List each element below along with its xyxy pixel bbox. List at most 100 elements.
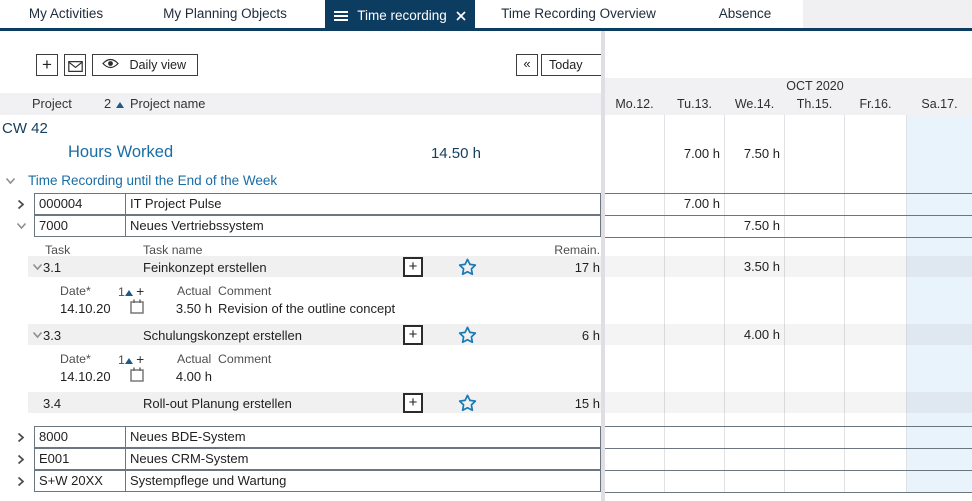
project-id: 000004: [39, 196, 82, 211]
entry-actual-hours[interactable]: 3.50 h: [162, 301, 212, 316]
column-header-date[interactable]: Date*: [60, 352, 91, 366]
sort-order-number: 1: [118, 285, 125, 299]
sort-asc-icon: [125, 358, 133, 364]
day-header-sa[interactable]: Sa.17.: [907, 93, 972, 115]
tab-label: Time recording: [357, 8, 447, 23]
column-header-project[interactable]: Project: [32, 93, 72, 115]
chevron-right-icon[interactable]: [17, 432, 25, 443]
tab-time-recording-overview[interactable]: Time Recording Overview: [496, 0, 661, 28]
chevron-down-icon[interactable]: [32, 263, 43, 271]
project-id: E001: [39, 451, 69, 466]
add-row-icon[interactable]: +: [136, 352, 144, 367]
favorite-star-icon[interactable]: [458, 258, 477, 276]
project-id-cell[interactable]: 8000: [34, 426, 126, 448]
task-row[interactable]: [28, 256, 601, 277]
project-id-cell[interactable]: 7000: [34, 215, 126, 237]
eye-icon: [102, 58, 119, 69]
project-id-cell[interactable]: S+W 20XX: [34, 470, 126, 492]
add-entry-button[interactable]: +: [403, 257, 423, 277]
entry-sort-indicator[interactable]: 1 +: [118, 352, 144, 367]
project-row-grid: [605, 426, 972, 448]
column-header-comment[interactable]: Comment: [218, 352, 271, 366]
column-header-remain[interactable]: Remain.: [540, 243, 600, 257]
project-name: Neues Vertriebssystem: [130, 218, 264, 233]
panel-splitter[interactable]: [601, 31, 605, 501]
column-header-task-name[interactable]: Task name: [143, 243, 202, 257]
column-header-project-name[interactable]: Project name: [130, 93, 205, 115]
project-name-cell[interactable]: Neues Vertriebssystem: [125, 215, 601, 237]
favorite-star-icon[interactable]: [458, 394, 477, 412]
close-icon[interactable]: [456, 11, 466, 21]
tab-label: My Activities: [29, 6, 103, 21]
calendar-icon[interactable]: [130, 299, 144, 314]
chevron-right-icon[interactable]: [17, 199, 25, 210]
month-label: OCT 2020: [765, 79, 865, 93]
chevron-down-icon[interactable]: [16, 222, 27, 230]
tab-my-planning-objects[interactable]: My Planning Objects: [152, 0, 298, 28]
day-header-tu[interactable]: Tu.13.: [665, 93, 724, 115]
today-label: Today: [549, 58, 583, 72]
tab-time-recording[interactable]: Time recording: [325, 0, 475, 31]
project-name-cell[interactable]: Systempflege und Wartung: [125, 470, 601, 492]
plus-icon: +: [409, 258, 418, 275]
project-we-value: 7.50 h: [725, 215, 780, 237]
view-mode-select[interactable]: Daily view: [92, 54, 198, 76]
sort-indicator[interactable]: 2: [104, 93, 124, 115]
task-row[interactable]: [28, 392, 601, 413]
column-header-actual[interactable]: Actual: [177, 352, 211, 366]
add-entry-button[interactable]: +: [403, 393, 423, 413]
day-header-we[interactable]: We.14.: [725, 93, 784, 115]
sort-asc-icon: [116, 102, 124, 108]
entry-date[interactable]: 14.10.20: [60, 301, 111, 316]
time-recording-app: My Activities My Planning Objects Time r…: [0, 0, 972, 501]
add-row-icon[interactable]: +: [136, 284, 144, 299]
add-button[interactable]: +: [36, 54, 58, 76]
entry-date[interactable]: 14.10.20: [60, 369, 111, 384]
day-header-mo[interactable]: Mo.12.: [605, 93, 664, 115]
project-name: Neues BDE-System: [130, 429, 246, 444]
tab-label: Time Recording Overview: [501, 6, 656, 21]
project-id-cell[interactable]: 000004: [34, 193, 126, 215]
project-id: S+W 20XX: [39, 473, 103, 488]
tab-absence[interactable]: Absence: [710, 0, 780, 28]
chevron-right-icon[interactable]: [17, 476, 25, 487]
plus-icon: +: [409, 326, 418, 343]
plus-icon: +: [42, 55, 52, 74]
chevrons-left-icon: «: [523, 56, 530, 71]
add-entry-button[interactable]: +: [403, 325, 423, 345]
project-id: 7000: [39, 218, 68, 233]
chevron-down-icon[interactable]: [32, 331, 43, 339]
task-remain-value: 15 h: [550, 396, 600, 411]
project-name-cell[interactable]: Neues BDE-System: [125, 426, 601, 448]
project-row-grid: [605, 448, 972, 470]
column-header-date[interactable]: Date*: [60, 284, 91, 298]
today-button[interactable]: Today: [541, 54, 603, 76]
project-name-cell[interactable]: IT Project Pulse: [125, 193, 601, 215]
entry-sort-indicator[interactable]: 1 +: [118, 284, 144, 299]
column-header-task[interactable]: Task: [45, 243, 70, 257]
project-name-cell[interactable]: Neues CRM-System: [125, 448, 601, 470]
project-row-grid: [605, 215, 972, 238]
menu-icon[interactable]: [334, 9, 348, 23]
mail-button[interactable]: [64, 54, 86, 76]
section-time-recording-label[interactable]: Time Recording until the End of the Week: [28, 173, 277, 188]
project-name: Systempflege und Wartung: [130, 473, 286, 488]
day-header-th[interactable]: Th.15.: [785, 93, 844, 115]
project-id-cell[interactable]: E001: [34, 448, 126, 470]
view-mode-value: Daily view: [129, 58, 186, 72]
chevron-right-icon[interactable]: [17, 454, 25, 465]
entry-comment[interactable]: Revision of the outline concept: [218, 301, 395, 316]
column-header-actual[interactable]: Actual: [177, 284, 211, 298]
day-header-fr[interactable]: Fr.16.: [845, 93, 906, 115]
task-remain-value: 6 h: [550, 328, 600, 343]
column-header-comment[interactable]: Comment: [218, 284, 271, 298]
favorite-star-icon[interactable]: [458, 326, 477, 344]
chevron-down-icon[interactable]: [5, 177, 16, 185]
task-remain-value: 17 h: [550, 260, 600, 275]
entry-actual-hours[interactable]: 4.00 h: [162, 369, 212, 384]
hours-worked-tu-value: 7.00 h: [665, 140, 720, 167]
calendar-icon[interactable]: [130, 367, 144, 382]
previous-button[interactable]: «: [516, 54, 538, 76]
tab-my-activities[interactable]: My Activities: [20, 0, 112, 28]
task-row[interactable]: [28, 324, 601, 345]
